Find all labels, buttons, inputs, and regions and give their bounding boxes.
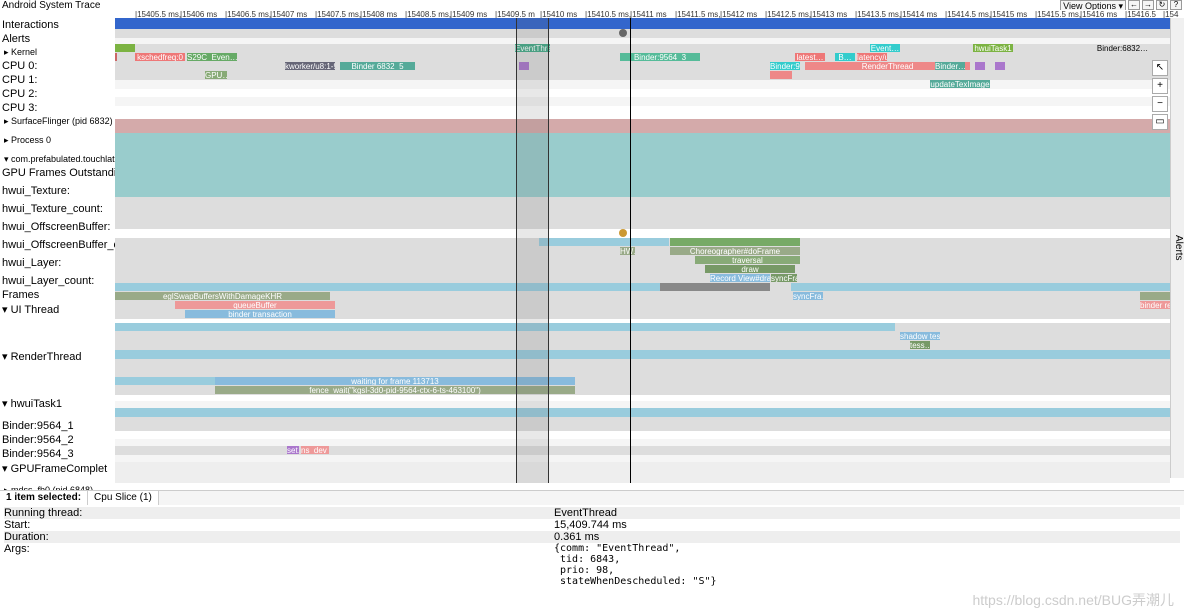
trace-slice[interactable]: HW… <box>620 247 635 255</box>
reload-button[interactable]: ↻ <box>1156 0 1168 10</box>
args-label: Args: <box>4 543 554 587</box>
trace-slice[interactable]: Binder 6832_5 <box>340 62 415 70</box>
trace-slice[interactable] <box>670 238 800 246</box>
hwui-texture-count-row[interactable]: hwui_Texture_count: <box>0 202 115 216</box>
hwui-layer-row[interactable]: hwui_Layer: <box>0 256 115 270</box>
trace-slice[interactable]: B… <box>835 53 855 61</box>
kernel-row[interactable]: ▸ Kernel <box>0 46 115 59</box>
alerts-row[interactable]: Alerts <box>0 32 115 46</box>
trace-slice[interactable]: binder transaction <box>185 310 335 318</box>
start-value: 15,409.744 ms <box>554 519 1180 531</box>
trace-area[interactable]: EventThread Event… hwuiTask1 Binder:6832… <box>115 18 1170 483</box>
cpu1-row[interactable]: CPU 1: <box>0 73 115 87</box>
time-ruler[interactable]: |15405.5 ms, |15406 ms |15406.5 ms, |154… <box>115 10 1170 18</box>
gpu-frames-row[interactable]: GPU Frames Outstanding: <box>0 166 115 180</box>
interactions-row[interactable]: Interactions <box>0 18 115 32</box>
trace-slice[interactable] <box>115 323 895 331</box>
process0-row[interactable]: ▸ Process 0 <box>0 134 115 147</box>
sidebar: Interactions Alerts ▸ Kernel CPU 0: CPU … <box>0 18 115 572</box>
trace-slice[interactable]: set… <box>287 446 299 454</box>
gpu-frame-complet-row[interactable]: ▾ GPUFrameComplet <box>0 461 115 476</box>
trace-slice[interactable]: queueBuffer <box>175 301 335 309</box>
trace-slice[interactable] <box>660 283 770 291</box>
trace-slice[interactable]: updateTexImage <box>930 80 990 88</box>
args-value: {comm: "EventThread", tid: 6843, prio: 9… <box>554 543 1180 587</box>
trace-slice[interactable]: ns_dev_… <box>301 446 329 454</box>
trace-slice[interactable]: latest… <box>795 53 825 61</box>
touchlatency-row[interactable]: ▾ com.prefabulated.touchlatency (pid 956… <box>0 153 115 166</box>
trace-slice[interactable]: Binder… <box>935 62 965 70</box>
pointer-tool-icon[interactable]: ↖ <box>1152 60 1168 76</box>
trace-slice[interactable]: syncFra… <box>771 274 797 282</box>
trace-slice[interactable]: Binder:6832… <box>1085 44 1160 52</box>
toolbar: ↖ + − ▭ <box>1152 60 1168 130</box>
binder1-row[interactable]: Binder:9564_1 <box>0 419 115 433</box>
alerts-tab[interactable]: Alerts <box>1170 18 1184 478</box>
trace-slice[interactable]: Choreographer#doFrame <box>670 247 800 255</box>
binder2-row[interactable]: Binder:9564_2 <box>0 433 115 447</box>
zoom-in-icon[interactable]: + <box>1152 78 1168 94</box>
trace-slice[interactable] <box>770 71 792 79</box>
ui-thread-row[interactable]: ▾ UI Thread <box>0 302 115 317</box>
trace-slice[interactable] <box>995 62 1005 70</box>
trace-slice[interactable]: shadow tess… <box>900 332 940 340</box>
duration-label: Duration: <box>4 531 554 543</box>
hwui-offscreen-row[interactable]: hwui_OffscreenBuffer: <box>0 220 115 234</box>
rect-tool-icon[interactable]: ▭ <box>1152 114 1168 130</box>
frames-row[interactable]: Frames <box>0 288 115 302</box>
duration-value: 0.361 ms <box>554 531 1180 543</box>
app-title: Android System Trace <box>2 0 100 11</box>
render-thread-row[interactable]: ▾ RenderThread <box>0 349 115 364</box>
hwui-texture-row[interactable]: hwui_Texture: <box>0 184 115 198</box>
trace-slice[interactable] <box>539 238 669 246</box>
binder3-row[interactable]: Binder:9564_3 <box>0 447 115 461</box>
trace-slice[interactable]: kschedfreq:0 <box>135 53 185 61</box>
trace-slice[interactable]: Binder:98… <box>770 62 800 70</box>
cpu3-row[interactable]: CPU 3: <box>0 101 115 115</box>
cpu0-row[interactable]: CPU 0: <box>0 59 115 73</box>
trace-slice[interactable]: kworker/u8:1-9… <box>285 62 335 70</box>
trace-slice[interactable]: GPU… <box>205 71 227 79</box>
zoom-out-icon[interactable]: − <box>1152 96 1168 112</box>
tab-cpu-slice[interactable]: Cpu Slice (1) <box>88 491 159 505</box>
tab-selected[interactable]: 1 item selected: <box>0 491 88 505</box>
trace-slice[interactable] <box>115 44 135 52</box>
playhead-cursor[interactable] <box>630 18 631 483</box>
trace-slice[interactable]: eglSwapBuffersWithDamageKHR <box>115 292 330 300</box>
running-thread-label: Running thread: <box>4 507 554 519</box>
trace-slice[interactable] <box>975 62 985 70</box>
trace-slice[interactable]: tess… <box>910 341 930 349</box>
trace-slice[interactable] <box>791 283 1171 291</box>
frame-dot-icon[interactable] <box>619 229 627 237</box>
watermark: https://blog.csdn.net/BUG弄潮儿 <box>972 590 1174 610</box>
trace-slice[interactable] <box>115 53 117 61</box>
hwui-offscreen-count-row[interactable]: hwui_OffscreenBuffer_count: <box>0 238 115 252</box>
trace-slice[interactable]: Binder:9564_3 <box>620 53 700 61</box>
nav-fwd-button[interactable]: → <box>1142 0 1154 10</box>
trace-slice[interactable]: hwuiTask1 <box>973 44 1013 52</box>
trace-slice[interactable]: S29C_Even… <box>187 53 237 61</box>
start-label: Start: <box>4 519 554 531</box>
trace-slice[interactable] <box>1140 292 1170 300</box>
selection-range[interactable] <box>516 18 549 483</box>
alert-dot-icon[interactable] <box>619 29 627 37</box>
hwui-layer-count-row[interactable]: hwui_Layer_count: <box>0 274 115 288</box>
trace-slice[interactable]: syncFra… <box>793 292 823 300</box>
running-thread-value: EventThread <box>554 507 1180 519</box>
trace-slice[interactable]: Event… <box>870 44 900 52</box>
hwui-task-row[interactable]: ▾ hwuiTask1 <box>0 396 115 411</box>
trace-slice[interactable]: draw <box>705 265 795 273</box>
trace-slice[interactable] <box>115 283 660 291</box>
trace-slice[interactable]: binder recv… <box>1140 301 1170 309</box>
nav-back-button[interactable]: ← <box>1128 0 1140 10</box>
help-button[interactable]: ? <box>1170 0 1182 10</box>
trace-slice[interactable]: Record View#draw() <box>710 274 770 282</box>
cpu2-row[interactable]: CPU 2: <box>0 87 115 101</box>
surfaceflinger-row[interactable]: ▸ SurfaceFlinger (pid 6832) <box>0 115 115 128</box>
trace-slice[interactable]: traversal <box>695 256 800 264</box>
trace-slice[interactable]: latency/u8:… <box>857 53 887 61</box>
